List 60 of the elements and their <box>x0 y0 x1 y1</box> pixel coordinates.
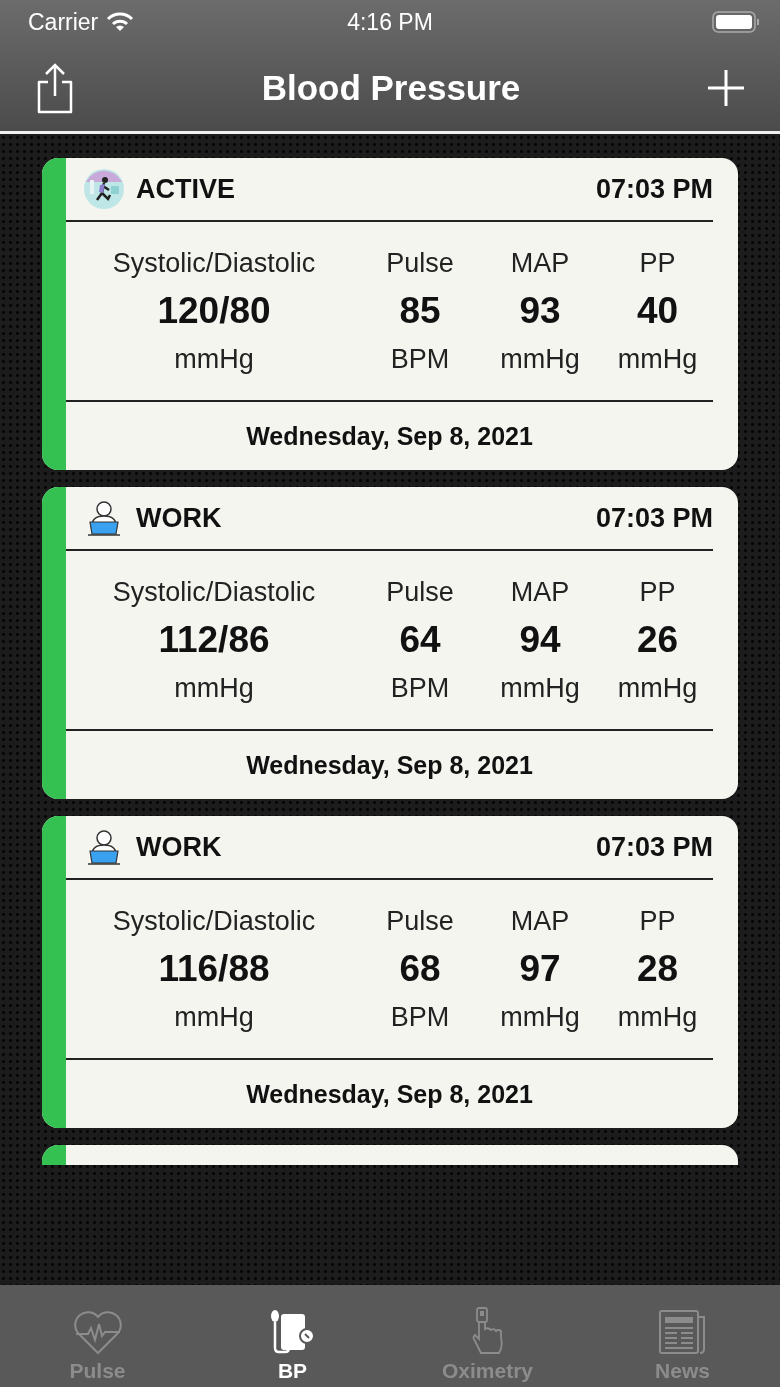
reading-date: Wednesday, Sep 8, 2021 <box>246 1079 533 1109</box>
measure-unit: mmHg <box>617 1001 698 1034</box>
finger-oximeter-icon <box>470 1307 505 1357</box>
newspaper-icon <box>657 1309 708 1355</box>
measure-value: 94 <box>519 618 561 662</box>
measure-label: PP <box>639 905 676 938</box>
measure-unit: mmHg <box>500 1001 580 1034</box>
measure-label: Systolic/Diastolic <box>112 576 316 609</box>
category-label: WORK <box>136 831 222 863</box>
measure-label: MAP <box>510 576 570 609</box>
measure-value: 97 <box>519 947 561 991</box>
category-label: ACTIVE <box>136 173 235 205</box>
carrier-label: Carrier <box>28 8 99 36</box>
measure-unit: mmHg <box>174 1001 254 1034</box>
measure-value: 112/86 <box>158 618 270 662</box>
measure-value: 85 <box>399 289 441 333</box>
status-time: 4:16 PM <box>347 8 433 35</box>
wifi-icon <box>106 12 135 32</box>
measure-unit: mmHg <box>174 343 254 376</box>
measure-unit: mmHg <box>617 343 698 376</box>
reading-card[interactable]: ACTIVE 07:03 PM Systolic/Diastolic 120/80 mmHg Pulse 85 BPM MAP 93 mmHg PP 40 mmHg Wednesday, Sep 8, 2021 <box>42 158 738 470</box>
measure-value: 64 <box>399 618 441 662</box>
measure-label: Pulse <box>386 576 454 609</box>
measure-unit: mmHg <box>500 672 580 705</box>
measure-value: 28 <box>636 947 679 991</box>
measure-label: Systolic/Diastolic <box>112 905 316 938</box>
measure-unit: mmHg <box>617 672 698 705</box>
measure-unit: mmHg <box>500 343 580 376</box>
measure-label: PP <box>639 247 676 280</box>
measure-label: MAP <box>510 905 570 938</box>
measure-unit: mmHg <box>174 672 254 705</box>
measure-unit: BPM <box>390 672 450 705</box>
measure-label: Pulse <box>386 247 454 280</box>
heart-pulse-icon <box>71 1309 124 1355</box>
add-icon[interactable] <box>706 67 746 108</box>
measure-value: 93 <box>519 289 561 333</box>
reading-date: Wednesday, Sep 8, 2021 <box>246 750 533 780</box>
battery-icon <box>712 10 760 34</box>
measure-value: 26 <box>636 618 679 662</box>
reading-time: 07:03 PM <box>595 173 713 205</box>
reading-card[interactable]: WORK 07:03 PM Systolic/Diastolic 116/88 mmHg Pulse 68 BPM MAP 97 mmHg PP 28 mmHg Wednesday, Sep 8, 2021 <box>42 816 738 1128</box>
measure-label: Pulse <box>386 905 454 938</box>
reading-time: 07:03 PM <box>595 831 713 863</box>
measure-label: MAP <box>510 247 570 280</box>
tab-item[interactable]: BP <box>195 1285 390 1387</box>
category-label: WORK <box>136 502 222 534</box>
reading-time: 07:03 PM <box>595 502 713 534</box>
measure-value: 40 <box>636 289 679 333</box>
reading-date: Wednesday, Sep 8, 2021 <box>246 421 533 451</box>
runner-icon <box>83 168 125 210</box>
measure-unit: BPM <box>390 343 450 376</box>
reading-card[interactable]: WORK 07:03 PM Systolic/Diastolic 112/86 mmHg Pulse 64 BPM MAP 94 mmHg PP 26 mmHg Wednesday, Sep 8, 2021 <box>42 487 738 799</box>
measure-label: PP <box>639 576 676 609</box>
measure-unit: BPM <box>390 1001 450 1034</box>
screen-title: Blood Pressure <box>261 67 521 108</box>
measure-value: 120/80 <box>157 289 271 333</box>
measure-value: 116/88 <box>158 947 270 991</box>
measure-label: Systolic/Diastolic <box>112 247 316 280</box>
accent-bar <box>42 1145 66 1165</box>
measure-value: 68 <box>399 947 441 991</box>
